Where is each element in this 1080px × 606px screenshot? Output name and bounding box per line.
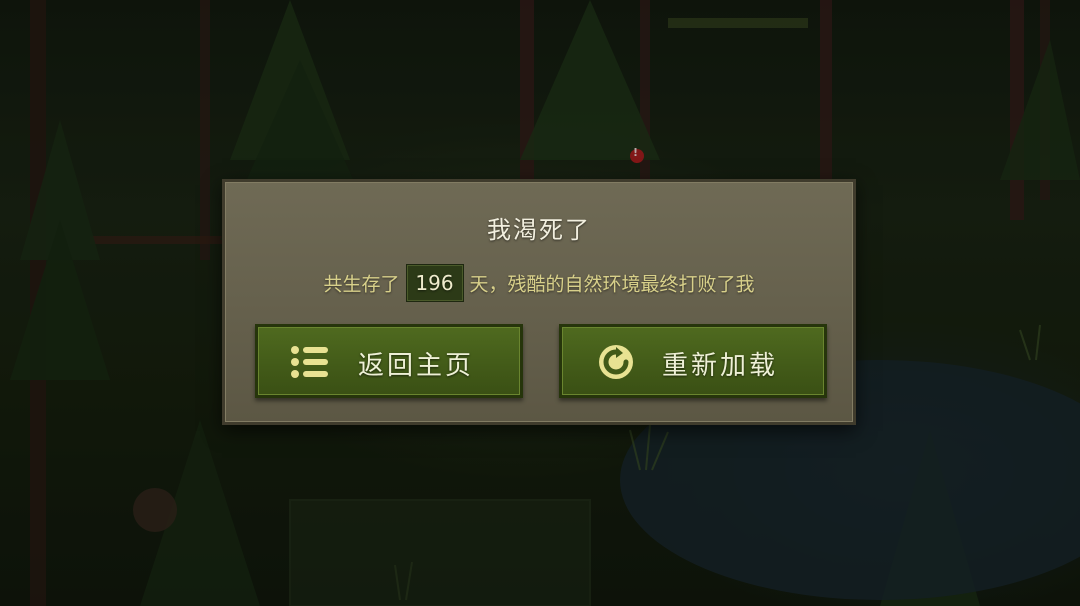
message-suffix: 天，残酷的自然环境最终打败了我 [469,273,755,296]
menu-list-icon [291,346,328,378]
return-home-label: 返回主页 [358,351,475,381]
return-home-button[interactable]: 返回主页 [255,324,523,398]
message-prefix: 共生存了 [323,273,400,296]
days-survived-badge: 196 [405,264,464,302]
reload-button[interactable]: 重新加载 [559,324,827,398]
survival-message: 共生存了 196 天，残酷的自然环境最终打败了我 [225,264,853,302]
death-dialog: 我渴死了 共生存了 196 天，残酷的自然环境最终打败了我 返回主页 重新加载 [222,179,856,425]
reload-icon [599,345,633,379]
dialog-title: 我渴死了 [487,216,591,244]
reload-label: 重新加载 [662,351,779,381]
